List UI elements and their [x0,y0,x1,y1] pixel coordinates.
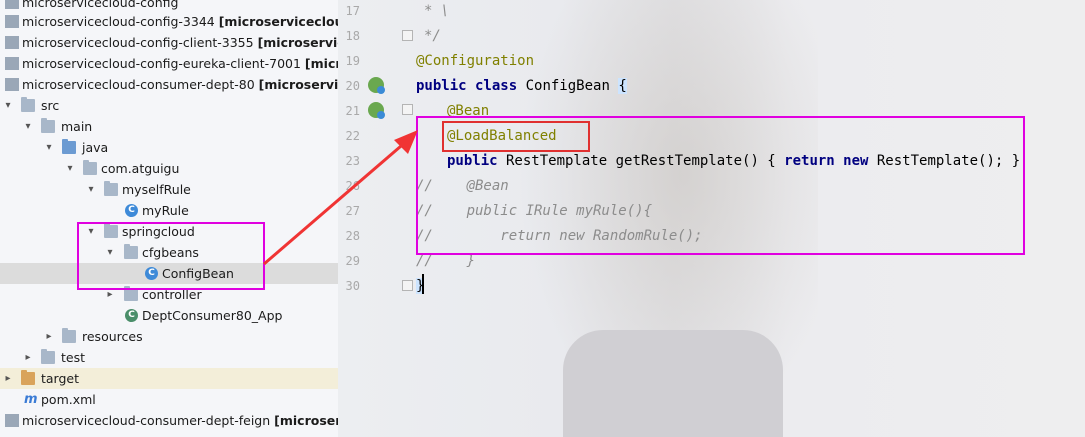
line-number: 28 [345,229,360,243]
module-icon [5,57,19,70]
editor-gutter: 17 18 19 20 21 22 23 26 27 28 29 30 [338,0,398,437]
code-line-19: @Configuration [416,53,535,69]
tree-item-consumer-dept-feign[interactable]: microservicecloud-consumer-dept-feign [m… [0,410,338,431]
line-number: 21 [345,104,360,118]
chevron-down-icon[interactable]: ▾ [3,95,13,116]
tree-item-resources[interactable]: ▸ resources [0,326,338,347]
folder-icon [41,349,55,364]
package-icon [83,160,97,175]
tree-item-myselfrule[interactable]: ▾ myselfRule [0,179,338,200]
source-folder-icon [62,139,76,154]
line-number: 30 [345,279,360,293]
class-icon: C [125,204,138,217]
chevron-right-icon[interactable]: ▸ [44,326,54,347]
code-editor[interactable]: 17 18 19 20 21 22 23 26 27 28 29 30 * \ … [338,0,1085,437]
module-icon [5,0,19,9]
chevron-down-icon[interactable]: ▾ [44,137,54,158]
folder-icon [41,118,55,133]
module-icon [5,15,19,28]
line-number: 17 [345,4,360,18]
line-number: 19 [345,54,360,68]
line-number: 18 [345,29,360,43]
tree-item-com-atguigu[interactable]: ▾ com.atguigu [0,158,338,179]
code-line-17: * \ [424,3,450,19]
line-number: 20 [345,79,360,93]
resources-folder-icon [62,328,76,343]
fold-marker-icon[interactable] [402,280,413,291]
tree-item-config-eureka-client-7001[interactable]: microservicecloud-config-eureka-client-7… [0,53,338,74]
tree-item-target[interactable]: ▸ target [0,368,338,389]
tree-item-consumer-dept-80[interactable]: microservicecloud-consumer-dept-80 [micr… [0,74,338,95]
chevron-down-icon[interactable]: ▾ [65,158,75,179]
tree-item-config-client-3355[interactable]: microservicecloud-config-client-3355 [mi… [0,32,338,53]
spring-bean-gutter-icon[interactable] [368,102,385,119]
tree-item-main[interactable]: ▾ main [0,116,338,137]
code-line-18: */ [424,28,441,44]
line-number: 23 [345,154,360,168]
tree-item-deptconsumer80-app[interactable]: C DeptConsumer80_App [0,305,338,326]
tree-item-pom-xml[interactable]: m pom.xml [0,389,338,410]
folder-icon [21,97,35,112]
highlight-box-springcloud [77,222,265,290]
code-line-20: public class ConfigBean { [416,78,627,94]
tree-item-src[interactable]: ▾ src [0,95,338,116]
chevron-down-icon[interactable]: ▾ [86,179,96,200]
module-icon [5,78,19,91]
tree-item-config-3344[interactable]: microservicecloud-config-3344 [microserv… [0,11,338,32]
project-tree: microservicecloud-config microserviceclo… [0,0,339,437]
module-icon [5,414,19,427]
maven-file-icon: m [24,392,38,407]
spring-boot-class-icon: C [125,309,138,322]
tree-item-myrule[interactable]: C myRule [0,200,338,221]
chevron-down-icon[interactable]: ▾ [23,116,33,137]
chevron-right-icon[interactable]: ▸ [3,368,13,389]
tree-item-test[interactable]: ▸ test [0,347,338,368]
tree-item-java[interactable]: ▾ java [0,137,338,158]
background-image-shape [563,330,783,437]
module-icon [5,36,19,49]
excluded-folder-icon [21,370,35,385]
package-icon [104,181,118,196]
fold-marker-icon[interactable] [402,30,413,41]
line-number: 22 [345,129,360,143]
spring-config-gutter-icon[interactable] [368,77,385,94]
text-caret [422,274,424,294]
fold-marker-icon[interactable] [402,104,413,115]
line-number: 27 [345,204,360,218]
line-number: 26 [345,179,360,193]
highlight-box-loadbalanced [442,121,590,152]
chevron-right-icon[interactable]: ▸ [23,347,33,368]
line-number: 29 [345,254,360,268]
